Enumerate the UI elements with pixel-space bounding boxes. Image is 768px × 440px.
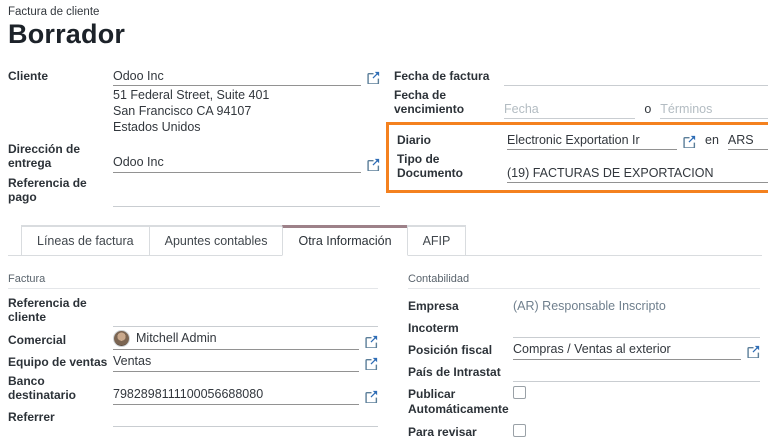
equipo-ventas-value[interactable]: Ventas bbox=[113, 354, 343, 368]
para-revisar-checkbox[interactable] bbox=[513, 424, 526, 437]
referrer-label: Referrer bbox=[8, 410, 113, 427]
equipo-ventas-label: Equipo de ventas bbox=[8, 355, 113, 372]
diario-field[interactable]: Electronic Exportation Ir bbox=[507, 131, 677, 150]
header-form: Cliente Odoo Inc 51 Federal Street, Suit… bbox=[8, 66, 762, 209]
posicion-fiscal-label: Posición fiscal bbox=[408, 343, 513, 360]
direccion-entrega-field[interactable]: Odoo Inc bbox=[113, 154, 361, 173]
group-title-contabilidad: Contabilidad bbox=[408, 273, 760, 289]
referrer-row: Referrer bbox=[8, 407, 378, 427]
banco-destinatario-label: Banco destinatario bbox=[8, 374, 113, 405]
tab-apuntes-contables[interactable]: Apuntes contables bbox=[149, 225, 284, 255]
tab-lineas-de-factura[interactable]: Líneas de factura bbox=[21, 225, 150, 255]
terminos-input[interactable]: Términos bbox=[660, 100, 768, 119]
pais-intrastat-row: País de Intrastat bbox=[408, 362, 760, 382]
posicion-fiscal-row: Posición fiscal Compras / Ventas al exte… bbox=[408, 340, 760, 360]
tipo-documento-row: Tipo de Documento (19) FACTURAS DE EXPOR… bbox=[397, 152, 768, 183]
referencia-pago-input[interactable] bbox=[113, 188, 380, 207]
tab-otra-informacion[interactable]: Otra Información bbox=[282, 225, 407, 256]
banco-destinatario-value[interactable]: 7982898111100056688080 bbox=[113, 387, 343, 401]
incoterm-input[interactable] bbox=[513, 319, 760, 338]
address-line: Estados Unidos bbox=[113, 120, 380, 136]
publicar-automaticamente-label: Publicar Automáticamente bbox=[408, 386, 513, 420]
external-link-icon[interactable] bbox=[747, 345, 760, 358]
fecha-vencimiento-row: Fecha de vencimiento Fecha o Términos bbox=[394, 88, 768, 119]
banco-destinatario-row: Banco destinatario 798289811110005668808… bbox=[8, 374, 378, 405]
fecha-factura-input[interactable] bbox=[504, 67, 768, 86]
incoterm-label: Incoterm bbox=[408, 321, 513, 338]
fecha-factura-label: Fecha de factura bbox=[394, 69, 504, 86]
publicar-automaticamente-checkbox[interactable] bbox=[513, 386, 526, 399]
banco-destinatario-field[interactable]: 7982898111100056688080 bbox=[113, 386, 359, 405]
diario-label: Diario bbox=[397, 133, 507, 150]
empresa-value: (AR) Responsable Inscripto bbox=[513, 299, 758, 313]
tipo-documento-value[interactable]: (19) FACTURAS DE EXPORTACION bbox=[507, 166, 768, 180]
referencia-cliente-label: Referencia de cliente bbox=[8, 296, 113, 327]
header-form-right: Fecha de factura Fecha de vencimiento Fe… bbox=[394, 66, 768, 209]
comercial-label: Comercial bbox=[8, 333, 113, 350]
vencimiento-connector: o bbox=[644, 102, 651, 116]
publicar-automaticamente-row: Publicar Automáticamente bbox=[408, 386, 760, 420]
tipo-documento-label: Tipo de Documento bbox=[397, 152, 507, 183]
page-title: Borrador bbox=[8, 19, 762, 50]
cliente-field[interactable]: Odoo Inc bbox=[113, 67, 361, 86]
external-link-icon[interactable] bbox=[365, 390, 378, 403]
pais-intrastat-label: País de Intrastat bbox=[408, 365, 513, 382]
diario-value[interactable]: Electronic Exportation Ir bbox=[507, 133, 661, 147]
external-link-icon[interactable] bbox=[365, 357, 378, 370]
direccion-entrega-label: Dirección de entrega bbox=[8, 142, 113, 173]
incoterm-row: Incoterm bbox=[408, 318, 760, 338]
external-link-icon[interactable] bbox=[683, 135, 696, 148]
diario-row: Diario Electronic Exportation Ir en ARS bbox=[397, 130, 768, 150]
highlight-box-diario: Diario Electronic Exportation Ir en ARS … bbox=[386, 122, 768, 193]
tab-afip[interactable]: AFIP bbox=[407, 225, 467, 255]
fecha-factura-row: Fecha de factura bbox=[394, 66, 768, 86]
diario-connector: en bbox=[705, 133, 719, 147]
fecha-vencimiento-date-input[interactable]: Fecha bbox=[504, 100, 635, 119]
referencia-pago-label: Referencia de pago bbox=[8, 176, 113, 207]
header-form-left: Cliente Odoo Inc 51 Federal Street, Suit… bbox=[8, 66, 380, 209]
cliente-label: Cliente bbox=[8, 69, 113, 86]
group-title-factura: Factura bbox=[8, 273, 378, 289]
comercial-field[interactable]: Mitchell Admin bbox=[113, 329, 359, 350]
posicion-fiscal-field[interactable]: Compras / Ventas al exterior bbox=[513, 341, 741, 360]
referencia-cliente-input[interactable] bbox=[113, 308, 378, 327]
comercial-row: Comercial Mitchell Admin bbox=[8, 329, 378, 350]
group-column-right: Contabilidad Empresa (AR) Responsable In… bbox=[408, 273, 760, 440]
equipo-ventas-row: Equipo de ventas Ventas bbox=[8, 352, 378, 372]
direccion-entrega-value[interactable]: Odoo Inc bbox=[113, 155, 345, 169]
avatar bbox=[113, 330, 130, 347]
external-link-icon[interactable] bbox=[367, 71, 380, 84]
diario-currency-value[interactable]: ARS bbox=[728, 133, 754, 147]
empresa-field: (AR) Responsable Inscripto bbox=[513, 297, 760, 316]
referencia-pago-row: Referencia de pago bbox=[8, 176, 380, 207]
equipo-ventas-field[interactable]: Ventas bbox=[113, 353, 359, 372]
fecha-vencimiento-label: Fecha de vencimiento bbox=[394, 88, 504, 119]
external-link-icon[interactable] bbox=[367, 158, 380, 171]
address-line: 51 Federal Street, Suite 401 bbox=[113, 88, 380, 104]
address-line: San Francisco CA 94107 bbox=[113, 104, 380, 120]
cliente-value[interactable]: Odoo Inc bbox=[113, 69, 345, 83]
tipo-documento-field[interactable]: (19) FACTURAS DE EXPORTACION bbox=[507, 164, 768, 183]
pais-intrastat-input[interactable] bbox=[513, 363, 760, 382]
terminos-placeholder[interactable]: Términos bbox=[660, 102, 768, 116]
external-link-icon[interactable] bbox=[365, 335, 378, 348]
empresa-label: Empresa bbox=[408, 299, 513, 316]
tab-content-otra-informacion: Factura Referencia de cliente Comercial … bbox=[8, 256, 762, 440]
para-revisar-row: Para revisar bbox=[408, 424, 760, 440]
cliente-address: 51 Federal Street, Suite 401 San Francis… bbox=[113, 88, 380, 136]
comercial-value[interactable]: Mitchell Admin bbox=[136, 331, 343, 345]
empresa-row: Empresa (AR) Responsable Inscripto bbox=[408, 296, 760, 316]
posicion-fiscal-value[interactable]: Compras / Ventas al exterior bbox=[513, 342, 725, 356]
fecha-placeholder[interactable]: Fecha bbox=[504, 102, 619, 116]
referrer-input[interactable] bbox=[113, 408, 378, 427]
direccion-entrega-row: Dirección de entrega Odoo Inc bbox=[8, 142, 380, 173]
invoice-form-page: Factura de cliente Borrador Cliente Odoo… bbox=[0, 0, 768, 440]
para-revisar-label: Para revisar bbox=[408, 424, 513, 440]
referencia-cliente-row: Referencia de cliente bbox=[8, 296, 378, 327]
cliente-row: Cliente Odoo Inc bbox=[8, 66, 380, 86]
breadcrumb[interactable]: Factura de cliente bbox=[8, 6, 762, 18]
diario-currency-field[interactable]: ARS bbox=[728, 131, 768, 150]
group-column-left: Factura Referencia de cliente Comercial … bbox=[8, 273, 378, 440]
notebook-tabs: Líneas de factura Apuntes contables Otra… bbox=[8, 225, 762, 256]
